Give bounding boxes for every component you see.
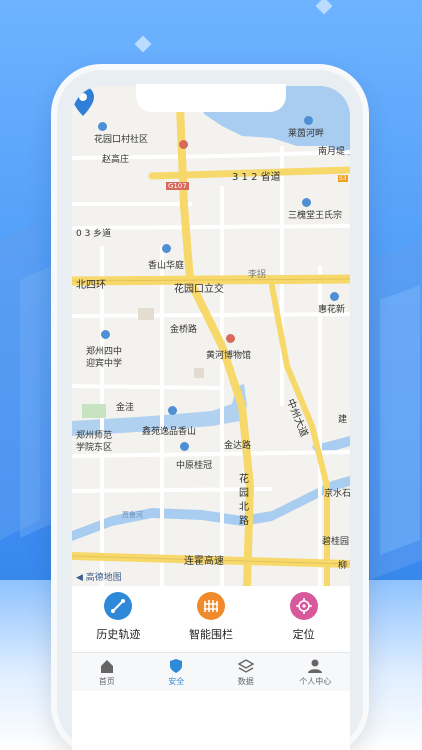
layers-icon: [237, 658, 254, 673]
road-label: 北: [239, 502, 249, 513]
poi-marker[interactable]: [162, 244, 171, 253]
amap-arrow-icon: ◀: [76, 573, 83, 583]
history-track-label: 历史轨迹: [96, 628, 141, 641]
poi-marker[interactable]: [179, 140, 188, 149]
map-view[interactable]: 花园口村社区 莱茵河畔 南月堤 赵高庄 G107 3 1 2 省道 S3 三槐堂…: [72, 86, 350, 586]
history-track-icon: [104, 592, 133, 620]
map-label: 建: [338, 415, 348, 425]
map-label: 李拐: [248, 270, 267, 280]
map-label: 南月堤: [318, 147, 346, 157]
road-label: 金达路: [224, 441, 252, 451]
map-label: 黄河博物馆: [206, 351, 252, 361]
poi-marker[interactable]: [98, 122, 107, 131]
poi-marker[interactable]: [101, 330, 110, 339]
map-label: 鑫苑逸品香山: [142, 427, 197, 437]
road-shield: G107: [166, 182, 189, 190]
locate-label: 定位: [292, 628, 315, 641]
poi-marker[interactable]: [180, 442, 189, 451]
tab-data-label: 数据: [237, 676, 254, 686]
map-label: 碧桂园: [322, 537, 350, 547]
fence-button[interactable]: 智能围栏: [171, 592, 251, 642]
history-track-button[interactable]: 历史轨迹: [78, 592, 158, 642]
map-label: 学院东区: [76, 443, 113, 453]
tab-profile[interactable]: 个人中心: [283, 658, 347, 687]
location-pin-icon[interactable]: [72, 86, 94, 116]
amap-logo: ◀ 高德地图: [76, 570, 122, 583]
map-label: 迎宾中学: [86, 359, 123, 369]
tab-home-label: 首页: [98, 676, 115, 686]
road-label: 连霍高速: [184, 556, 224, 567]
map-label: 三槐堂王氏宗: [288, 211, 343, 221]
map-label: 香山华庭: [148, 261, 185, 271]
road-shield: S3: [338, 175, 348, 182]
map-label: 金洼: [116, 403, 135, 413]
tab-profile-label: 个人中心: [299, 676, 332, 686]
road-label: 3 1 2 省道: [232, 172, 281, 183]
person-icon: [308, 659, 323, 673]
road-label: 园: [239, 488, 249, 499]
tab-data[interactable]: 数据: [214, 658, 278, 687]
map-label: 京水石: [324, 489, 350, 499]
map-label: 花园口村社区: [94, 135, 149, 145]
map-label: 柳: [338, 561, 348, 571]
road-label: 花园口立交: [174, 284, 224, 295]
map-label: 中原桂冠: [176, 461, 213, 471]
poi-marker[interactable]: [330, 292, 339, 301]
app-screen: 花园口村社区 莱茵河畔 南月堤 赵高庄 G107 3 1 2 省道 S3 三槐堂…: [72, 86, 350, 750]
locate-button[interactable]: 定位: [264, 592, 344, 642]
home-icon: [100, 659, 113, 673]
amap-logo-text: 高德地图: [85, 573, 122, 583]
road-label: 0 3 乡道: [76, 229, 112, 239]
tab-security-label: 安全: [168, 676, 185, 686]
tab-security[interactable]: 安全: [144, 658, 208, 687]
road-label: 花: [239, 474, 249, 485]
map-label: 赵高庄: [102, 155, 130, 165]
poi-marker[interactable]: [226, 334, 235, 343]
locate-icon: [289, 592, 318, 620]
road-label: 北四环: [76, 280, 106, 291]
river-label: 贾鲁河: [122, 511, 143, 519]
poi-marker[interactable]: [302, 198, 311, 207]
road-label: 路: [239, 516, 249, 527]
bottom-tab-bar: 首页 安全 数据 个人中心: [72, 652, 350, 691]
road-label: 金桥路: [170, 325, 198, 335]
fence-label: 智能围栏: [188, 628, 233, 641]
tab-home[interactable]: 首页: [75, 658, 139, 687]
map-label: 惠花新: [318, 305, 346, 315]
map-label: 莱茵河畔: [288, 129, 325, 139]
fence-icon: [196, 592, 225, 620]
shield-icon: [170, 658, 183, 673]
poi-marker[interactable]: [304, 116, 313, 125]
poi-marker[interactable]: [168, 406, 177, 415]
phone-notch: [136, 84, 286, 112]
feature-bar: 历史轨迹 智能围栏 定位: [72, 586, 350, 654]
